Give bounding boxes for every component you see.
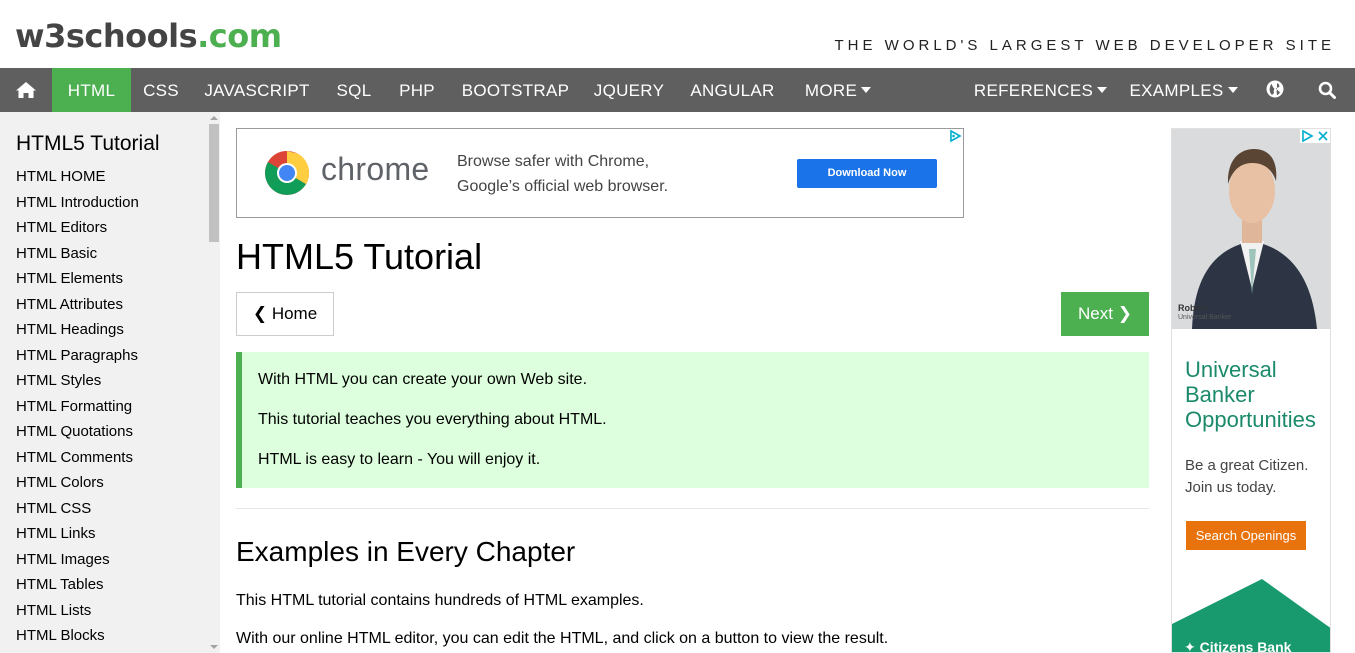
nav-translate-button[interactable]: [1251, 68, 1299, 112]
sidebar-item-html-quotations[interactable]: HTML Quotations: [16, 423, 139, 449]
logo-text-main: w3schools: [15, 17, 198, 55]
sidebar-item-html-attributes[interactable]: HTML Attributes: [16, 296, 139, 322]
w3schools-logo[interactable]: w3schools.com: [15, 20, 282, 52]
note-line-3: HTML is easy to learn - You will enjoy i…: [258, 451, 541, 468]
search-icon: [1318, 81, 1336, 99]
citizens-bank-wordmark: Citizens Bank: [1199, 639, 1292, 653]
globe-icon: [1266, 80, 1284, 98]
scroll-up-arrow-icon[interactable]: [210, 116, 218, 120]
section-divider: [236, 508, 1149, 509]
caret-down-icon: [861, 87, 872, 94]
home-button-label: Home: [271, 304, 318, 323]
sidebar: HTML5 Tutorial HTML HOME HTML Introducti…: [0, 112, 220, 653]
citizens-bank-logo: ✦ Citizens Bank: [1184, 639, 1292, 653]
bank-ad-headline: Universal Banker Opportunities: [1185, 357, 1316, 432]
next-button[interactable]: Next ❯: [1061, 292, 1149, 336]
nav-tab-php[interactable]: PHP: [385, 68, 449, 112]
nav-search-button[interactable]: [1299, 68, 1355, 112]
nav-tab-angular[interactable]: ANGULAR: [676, 68, 789, 112]
sidebar-item-html-styles[interactable]: HTML Styles: [16, 372, 139, 398]
section-paragraph-2: With our online HTML editor, you can edi…: [236, 630, 889, 647]
chrome-ad-line-2: Google’s official web browser.: [457, 178, 669, 195]
nav-references-dropdown[interactable]: REFERENCES: [965, 68, 1116, 112]
banker-role: Universal Banker: [1178, 313, 1232, 321]
caret-down-icon: [1227, 87, 1238, 94]
citizens-bank-ad[interactable]: Robert Universal Banker Universal Banker…: [1171, 128, 1331, 653]
nav-examples-label: EXAMPLES: [1129, 81, 1224, 100]
sidebar-item-html-formatting[interactable]: HTML Formatting: [16, 398, 139, 424]
logo-text-domain: .com: [197, 17, 282, 55]
subtext-line-2: Join us today.: [1185, 479, 1277, 496]
next-button-label: Next: [1078, 304, 1113, 323]
nav-tab-sql[interactable]: SQL: [323, 68, 385, 112]
adchoices-icon[interactable]: [948, 129, 963, 143]
sidebar-item-html-css[interactable]: HTML CSS: [16, 500, 139, 526]
sidebar-item-html-colors[interactable]: HTML Colors: [16, 474, 139, 500]
chrome-ad-line-1: Browse safer with Chrome,: [457, 153, 650, 170]
sidebar-item-html-headings[interactable]: HTML Headings: [16, 321, 139, 347]
home-icon: [16, 82, 36, 98]
adchoices-close-icon[interactable]: [1300, 129, 1330, 143]
sidebar-item-html-paragraphs[interactable]: HTML Paragraphs: [16, 347, 139, 373]
banker-caption: Robert Universal Banker: [1178, 303, 1231, 322]
banker-photo: Robert Universal Banker: [1172, 129, 1330, 329]
note-line-1: With HTML you can create your own Web si…: [258, 371, 588, 388]
sidebar-item-html-editors[interactable]: HTML Editors: [16, 219, 139, 245]
sidebar-item-html-blocks[interactable]: HTML Blocks: [16, 627, 139, 653]
section-heading: Examples in Every Chapter: [236, 536, 576, 567]
nav-more-label: MORE: [804, 81, 858, 100]
chevron-left-icon: ❮: [252, 304, 268, 323]
page-title: HTML5 Tutorial: [236, 236, 483, 277]
headline-line-1: Universal: [1185, 357, 1277, 382]
nav-tab-css[interactable]: CSS: [131, 68, 191, 112]
citizens-bank-mark-icon: ✦: [1184, 639, 1196, 653]
sidebar-item-html-images[interactable]: HTML Images: [16, 551, 139, 577]
nav-more-dropdown[interactable]: MORE: [789, 68, 887, 112]
nav-examples-dropdown[interactable]: EXAMPLES: [1116, 68, 1251, 112]
headline-line-2: Banker: [1185, 382, 1255, 407]
sidebar-scrollbar-thumb[interactable]: [209, 124, 219, 242]
chrome-wordmark: chrome: [321, 151, 430, 187]
sidebar-item-html-lists[interactable]: HTML Lists: [16, 602, 139, 628]
sidebar-item-html-elements[interactable]: HTML Elements: [16, 270, 139, 296]
download-now-button[interactable]: Download Now: [797, 159, 937, 188]
subtext-line-1: Be a great Citizen.: [1185, 457, 1309, 474]
chrome-banner-ad[interactable]: chrome Browse safer with Chrome, Google’…: [236, 128, 964, 218]
nav-references-label: REFERENCES: [973, 81, 1094, 100]
search-openings-button[interactable]: Search Openings: [1186, 521, 1306, 550]
nav-tab-html[interactable]: HTML: [52, 68, 131, 112]
banker-name: Robert: [1178, 303, 1207, 313]
chevron-right-icon: ❯: [1117, 304, 1132, 323]
sidebar-item-html-links[interactable]: HTML Links: [16, 525, 139, 551]
headline-line-3: Opportunities: [1185, 407, 1316, 432]
scroll-down-arrow-icon[interactable]: [210, 645, 218, 649]
nav-home-button[interactable]: [0, 68, 52, 112]
sidebar-list: HTML HOME HTML Introduction HTML Editors…: [16, 168, 139, 653]
nav-tab-bootstrap[interactable]: BOOTSTRAP: [449, 68, 582, 112]
bank-ad-subtext: Be a great Citizen. Join us today.: [1185, 455, 1308, 499]
sidebar-item-html-comments[interactable]: HTML Comments: [16, 449, 139, 475]
section-paragraph-1: This HTML tutorial contains hundreds of …: [236, 592, 644, 609]
chrome-logo-icon: [265, 151, 310, 195]
intro-note-box: With HTML you can create your own Web si…: [236, 352, 1149, 488]
top-header: w3schools.com THE WORLD'S LARGEST WEB DE…: [0, 0, 1355, 68]
sidebar-item-html-introduction[interactable]: HTML Introduction: [16, 194, 139, 220]
nav-tab-javascript[interactable]: JAVASCRIPT: [191, 68, 323, 112]
home-button[interactable]: ❮ Home: [236, 292, 334, 336]
sidebar-item-html-tables[interactable]: HTML Tables: [16, 576, 139, 602]
chrome-ad-text: Browse safer with Chrome, Google’s offic…: [457, 149, 668, 199]
sidebar-item-html-basic[interactable]: HTML Basic: [16, 245, 139, 271]
note-line-2: This tutorial teaches you everything abo…: [258, 411, 607, 428]
sidebar-title: HTML5 Tutorial: [16, 132, 160, 155]
sidebar-item-html-home[interactable]: HTML HOME: [16, 168, 139, 194]
nav-tab-jquery[interactable]: JQUERY: [582, 68, 676, 112]
caret-down-icon: [1097, 87, 1108, 94]
site-tagline: THE WORLD'S LARGEST WEB DEVELOPER SITE: [834, 37, 1335, 54]
top-navbar: HTML CSS JAVASCRIPT SQL PHP BOOTSTRAP JQ…: [0, 68, 1355, 112]
